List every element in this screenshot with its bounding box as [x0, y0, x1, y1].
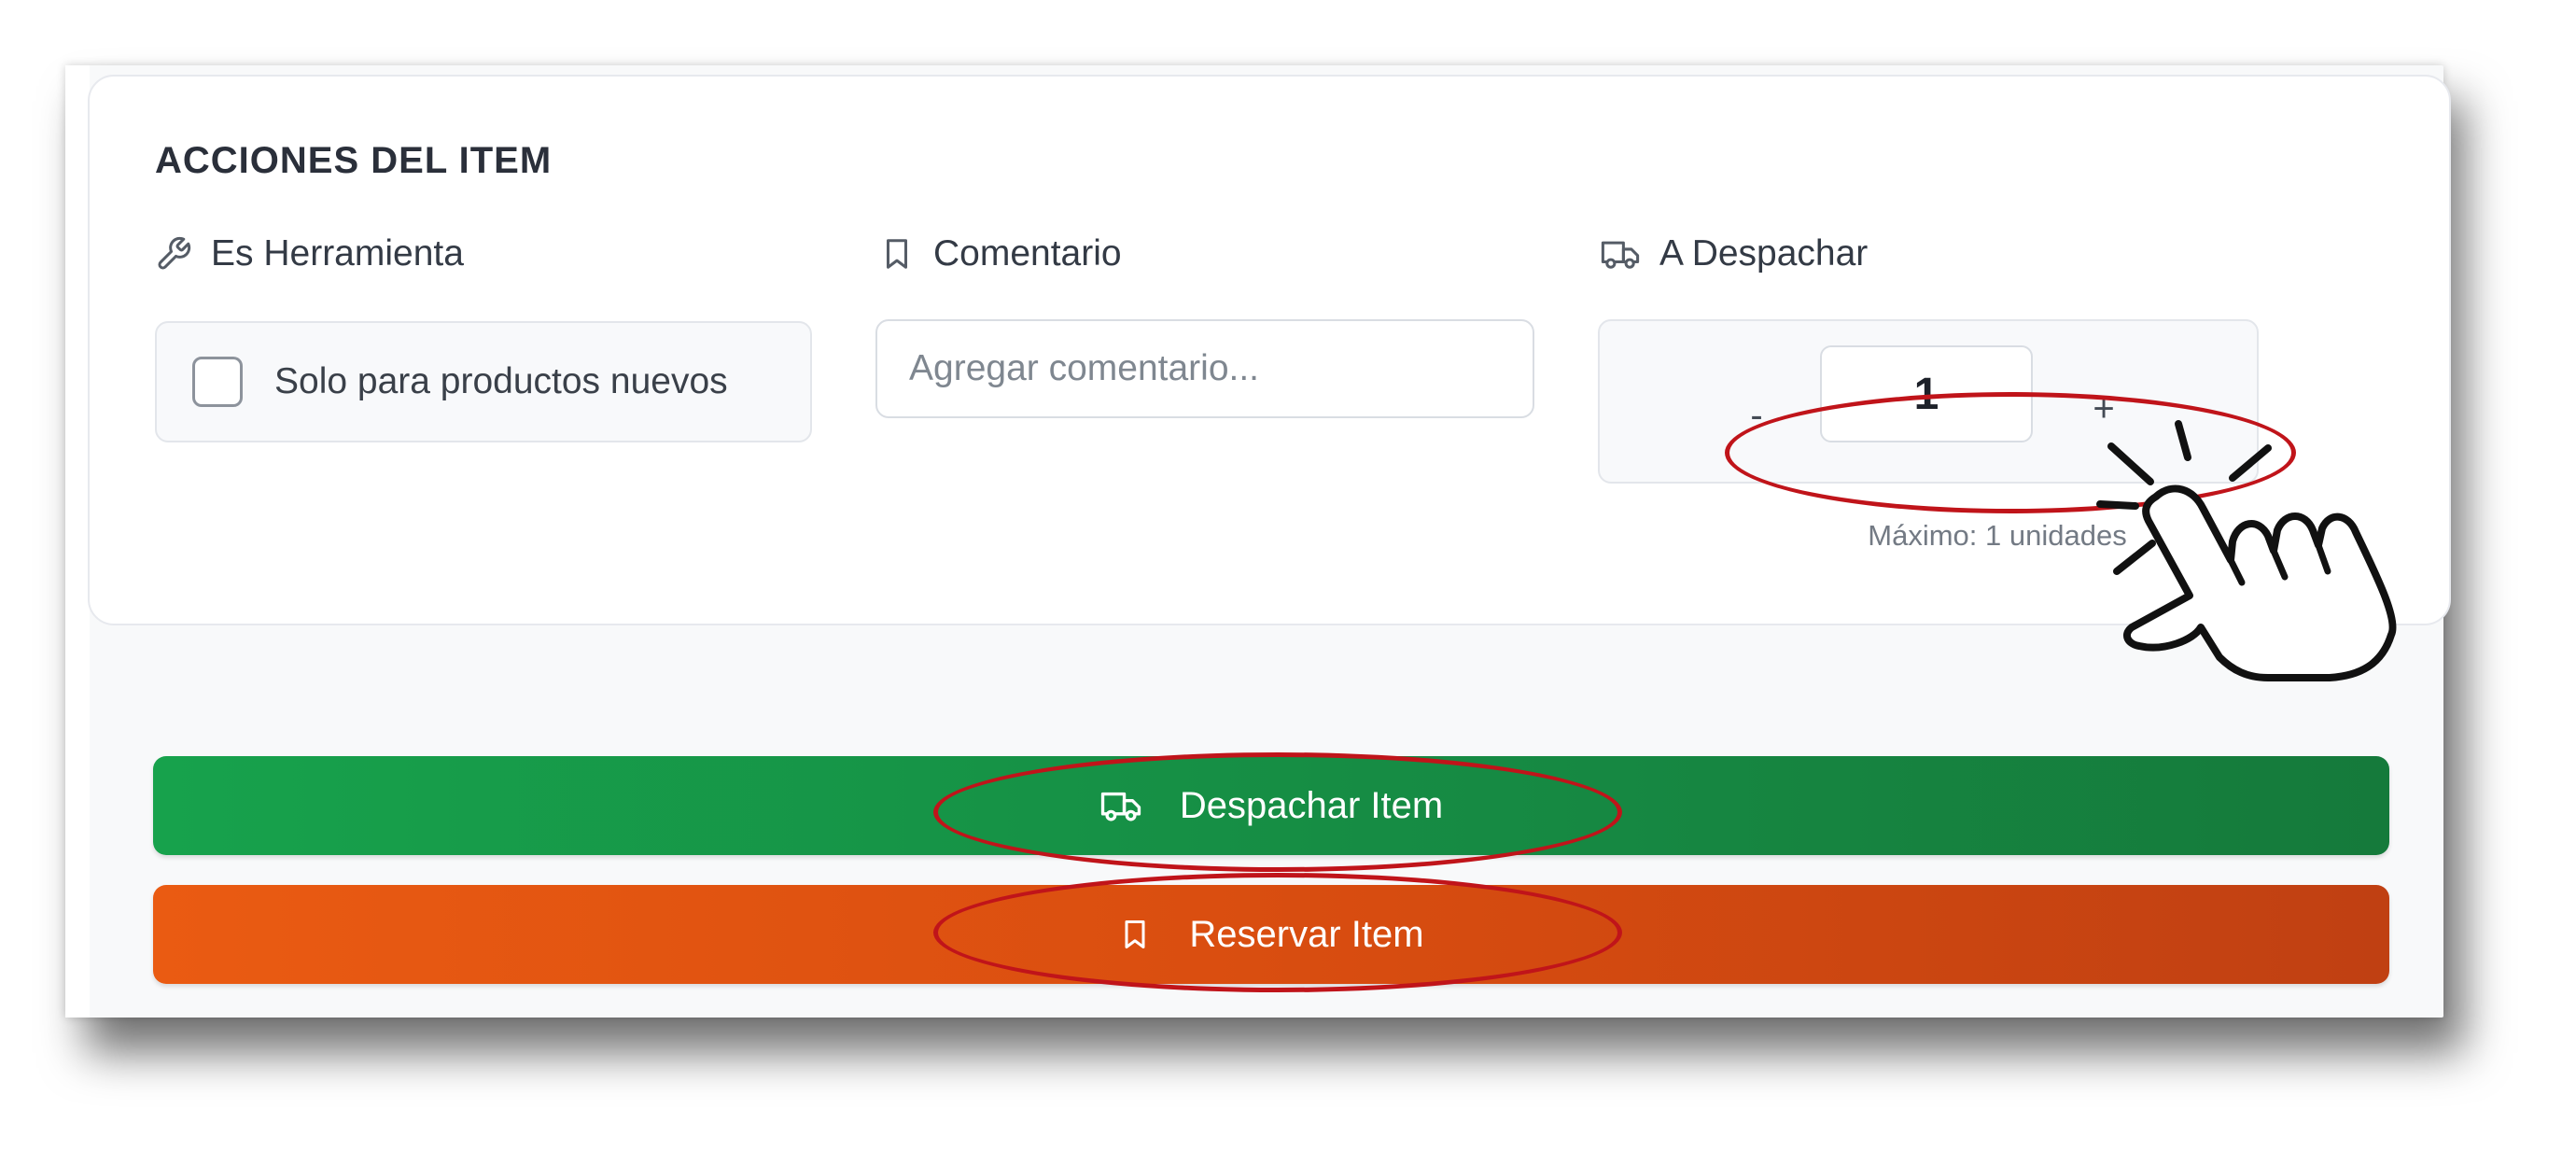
comment-input[interactable]	[875, 319, 1534, 418]
comment-label-text: Comentario	[933, 233, 1122, 274]
new-products-label[interactable]: Solo para productos nuevos	[274, 361, 728, 402]
increment-button[interactable]: +	[2066, 362, 2141, 456]
comment-field-label: Comentario	[879, 233, 1122, 274]
truck-icon	[1600, 235, 1641, 273]
tool-label-text: Es Herramienta	[211, 233, 464, 274]
decrement-button[interactable]: -	[1719, 362, 1794, 456]
reserve-item-button[interactable]: Reservar Item	[153, 885, 2389, 984]
tool-option-box: Solo para productos nuevos	[155, 321, 812, 442]
reserve-item-label: Reservar Item	[1189, 913, 1424, 955]
dispatch-field-label: A Despachar	[1600, 233, 1868, 274]
wrench-icon	[155, 235, 192, 273]
panel-edge	[65, 65, 90, 1018]
truck-icon	[1099, 787, 1142, 824]
tool-field-label: Es Herramienta	[155, 233, 464, 274]
bookmark-icon	[1118, 916, 1152, 953]
dispatch-item-label: Despachar Item	[1179, 784, 1444, 826]
bookmark-icon	[879, 235, 915, 273]
dispatch-label-text: A Despachar	[1659, 233, 1869, 274]
max-quantity-hint: Máximo: 1 unidades	[1868, 519, 2127, 552]
quantity-input[interactable]	[1820, 345, 2033, 442]
dispatch-item-button[interactable]: Despachar Item	[153, 756, 2389, 855]
new-products-checkbox[interactable]	[192, 357, 243, 407]
card-title: ACCIONES DEL ITEM	[155, 140, 553, 181]
